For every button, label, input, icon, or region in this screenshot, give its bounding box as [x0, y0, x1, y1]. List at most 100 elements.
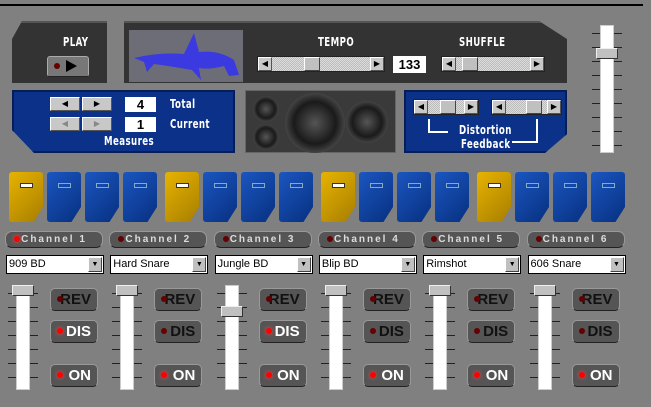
feedback-thumb[interactable]	[526, 100, 542, 114]
distortion-slider[interactable]: ◀ ▶	[413, 99, 479, 115]
step-pad-8[interactable]	[279, 172, 313, 222]
step-indicator	[488, 183, 501, 188]
channel-1-volume-fader[interactable]	[16, 285, 30, 390]
channel-4-sound-select[interactable]: Blip BD ▼	[318, 255, 417, 274]
channel-5-sound-select[interactable]: Rimshot ▼	[423, 255, 522, 274]
channel-1-on-button[interactable]: ON	[50, 364, 98, 387]
channel-3-rev-button[interactable]: REV	[258, 288, 307, 311]
channel-led	[14, 236, 20, 242]
channel-6-volume-fader[interactable]	[537, 285, 552, 390]
channel-3-button[interactable]: Channel 3	[213, 231, 312, 248]
shuffle-thumb[interactable]	[462, 57, 478, 71]
channel-3-volume-thumb[interactable]	[220, 305, 243, 317]
step-pad-15[interactable]	[553, 172, 587, 222]
total-label: Total	[170, 97, 196, 111]
channel-1-sound-select[interactable]: 909 BD ▼	[6, 255, 104, 274]
distortion-thumb[interactable]	[440, 100, 456, 114]
master-volume-thumb[interactable]	[596, 48, 618, 60]
channel-5-rev-button[interactable]: REV	[467, 288, 516, 311]
tempo-thumb[interactable]	[304, 57, 320, 71]
dis-led	[578, 328, 585, 334]
channel-5-volume-fader[interactable]	[433, 285, 448, 390]
channel-6-rev-button[interactable]: REV	[571, 288, 620, 311]
step-pad-13[interactable]	[477, 172, 511, 222]
channel-2-button[interactable]: Channel 2	[109, 231, 208, 248]
channel-5-on-button[interactable]: ON	[467, 364, 516, 387]
channel-4-on-button[interactable]: ON	[362, 364, 411, 387]
step-pad-16[interactable]	[591, 172, 625, 222]
master-volume-fader[interactable]	[600, 25, 614, 153]
channel-4-volume-thumb[interactable]	[324, 285, 347, 296]
total-increment[interactable]: ▶	[82, 97, 112, 113]
channel-1-dis-button[interactable]: DIS	[50, 320, 98, 343]
channel-1-button[interactable]: Channel 1	[5, 231, 103, 248]
rev-led	[578, 296, 585, 302]
sound-value: 909 BD	[9, 258, 46, 270]
channel-6-on-button[interactable]: ON	[571, 364, 620, 387]
channel-4-dis-button[interactable]: DIS	[362, 320, 411, 343]
channel-2-dis-button[interactable]: DIS	[154, 320, 203, 343]
channel-5-dis-button[interactable]: DIS	[467, 320, 516, 343]
shuffle-slider[interactable]: ◀ ▶	[441, 56, 545, 72]
channel-3-dis-button[interactable]: DIS	[258, 320, 307, 343]
channel-6-dis-button[interactable]: DIS	[571, 320, 620, 343]
step-pad-2[interactable]	[47, 172, 81, 222]
channel-2-rev-button[interactable]: REV	[154, 288, 203, 311]
play-button[interactable]	[47, 56, 89, 77]
step-pad-4[interactable]	[123, 172, 157, 222]
channel-2-volume-fader[interactable]	[120, 285, 135, 390]
channel-4-button[interactable]: Channel 4	[317, 231, 416, 248]
on-label: ON	[172, 367, 196, 384]
channel-label: Channel 6	[542, 234, 609, 245]
channel-4-rev-button[interactable]: REV	[362, 288, 411, 311]
chevron-down-icon[interactable]: ▼	[88, 257, 102, 272]
chevron-down-icon[interactable]: ▼	[400, 257, 415, 272]
distortion-label: Distortion	[459, 123, 512, 137]
step-pad-5[interactable]	[165, 172, 199, 222]
chevron-down-icon[interactable]: ▼	[296, 257, 311, 272]
feedback-slider[interactable]: ◀ ▶	[491, 99, 562, 115]
chevron-down-icon[interactable]: ▼	[192, 257, 207, 272]
channel-6-button[interactable]: Channel 6	[526, 231, 625, 248]
chevron-down-icon[interactable]: ▼	[609, 257, 624, 272]
step-pad-11[interactable]	[397, 172, 431, 222]
step-pad-1[interactable]	[9, 172, 43, 222]
channel-label: Channel 4	[333, 234, 400, 245]
current-decrement[interactable]: ◀	[50, 117, 80, 133]
channel-2-sound-select[interactable]: Hard Snare ▼	[110, 255, 209, 274]
step-pad-7[interactable]	[241, 172, 275, 222]
play-icon	[66, 60, 77, 72]
on-led	[369, 372, 376, 378]
channel-1-volume-thumb[interactable]	[12, 285, 34, 296]
current-increment[interactable]: ▶	[82, 117, 112, 133]
feedback-label: Feedback	[461, 137, 511, 151]
channel-2-volume-thumb[interactable]	[116, 285, 139, 296]
tempo-label: TEMPO	[318, 35, 355, 49]
top-divider	[0, 4, 643, 6]
step-indicator	[176, 183, 189, 188]
channel-3-volume-fader[interactable]	[224, 285, 239, 390]
channel-3-sound-select[interactable]: Jungle BD ▼	[214, 255, 313, 274]
step-pad-6[interactable]	[203, 172, 237, 222]
rev-label: REV	[164, 291, 196, 308]
channel-led	[326, 236, 333, 242]
total-decrement[interactable]: ◀	[50, 97, 80, 113]
channel-5-volume-thumb[interactable]	[429, 285, 452, 296]
channel-4-volume-fader[interactable]	[328, 285, 343, 390]
channel-5-button[interactable]: Channel 5	[422, 231, 521, 248]
dis-led	[57, 328, 63, 334]
step-pad-10[interactable]	[359, 172, 393, 222]
step-pad-3[interactable]	[85, 172, 119, 222]
step-pad-12[interactable]	[435, 172, 469, 222]
step-pad-9[interactable]	[321, 172, 355, 222]
tempo-value: 133	[393, 56, 426, 73]
tempo-slider[interactable]: ◀ ▶	[257, 56, 385, 72]
step-pad-14[interactable]	[515, 172, 549, 222]
channel-6-sound-select[interactable]: 606 Snare ▼	[527, 255, 626, 274]
channel-6-volume-thumb[interactable]	[533, 285, 556, 296]
chevron-down-icon[interactable]: ▼	[505, 257, 520, 272]
channel-1-rev-button[interactable]: REV	[50, 288, 98, 311]
step-indicator	[96, 183, 109, 188]
channel-2-on-button[interactable]: ON	[154, 364, 203, 387]
channel-3-on-button[interactable]: ON	[258, 364, 307, 387]
